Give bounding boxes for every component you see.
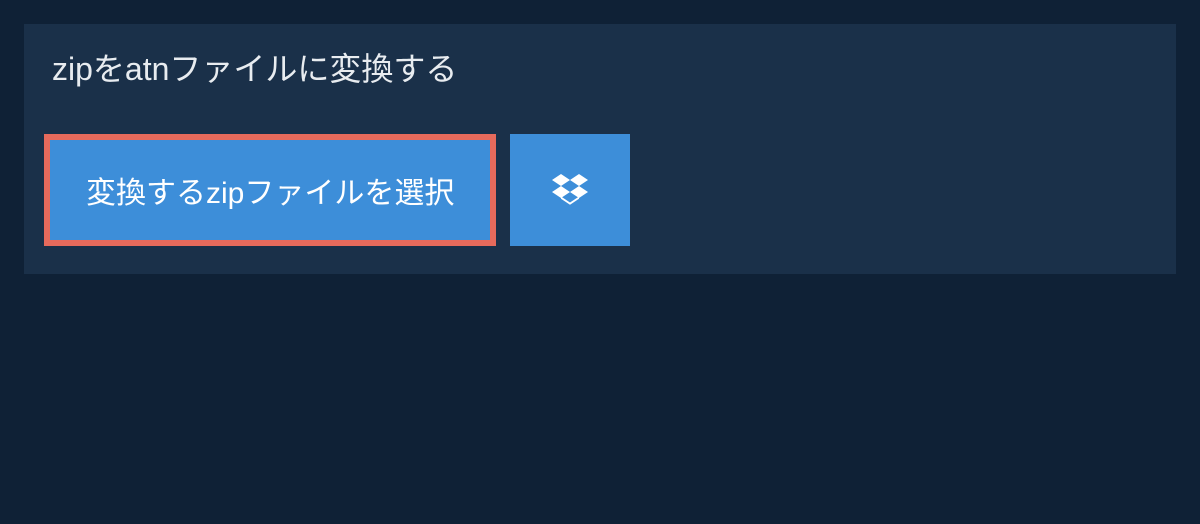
select-file-label: 変換するzipファイルを選択	[86, 168, 454, 212]
select-file-button[interactable]: 変換するzipファイルを選択	[44, 134, 496, 246]
dropbox-icon	[552, 171, 588, 210]
page-title: zipをatnファイルに変換する	[24, 24, 485, 110]
action-row: 変換するzipファイルを選択	[24, 110, 1176, 274]
conversion-panel: zipをatnファイルに変換する 変換するzipファイルを選択	[24, 24, 1176, 274]
dropbox-button[interactable]	[510, 134, 630, 246]
